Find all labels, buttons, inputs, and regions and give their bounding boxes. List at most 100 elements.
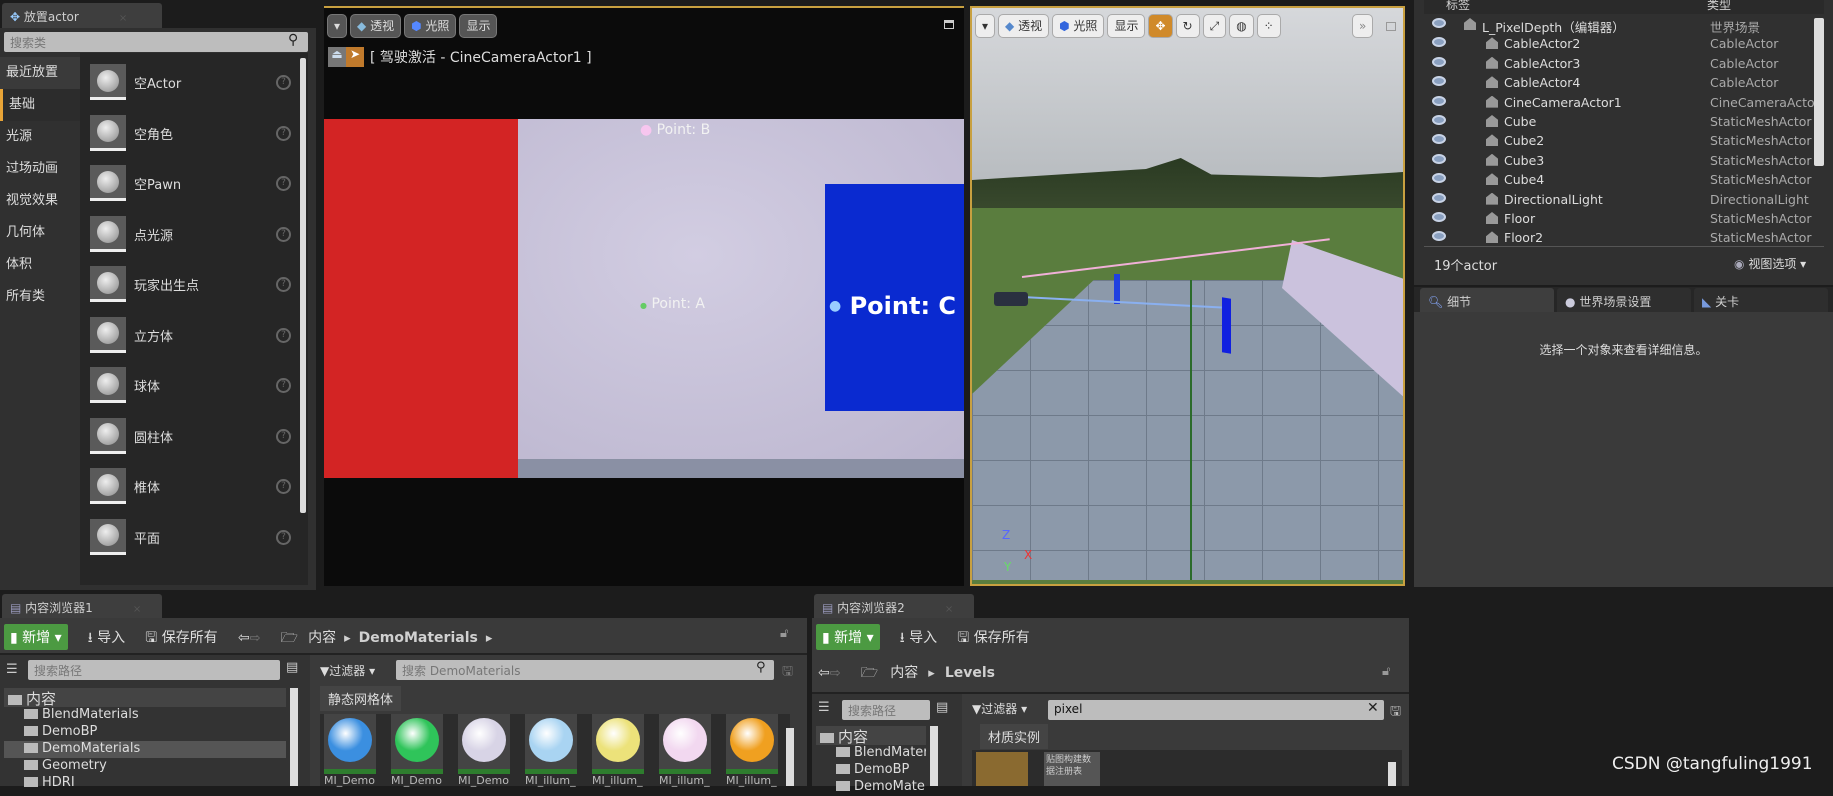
content-browser-1-tab[interactable]: ▤ 内容浏览器1 × (2, 594, 162, 618)
class-search-input[interactable]: 搜索类 (4, 32, 308, 52)
outliner-row[interactable]: Floor2 StaticMeshActor (1424, 228, 1824, 247)
visibility-eye-icon[interactable] (1432, 56, 1446, 67)
help-icon[interactable]: ? (276, 125, 291, 141)
column-type[interactable]: 类型 (1707, 0, 1731, 13)
visibility-eye-icon[interactable] (1432, 192, 1446, 203)
viewport-options-button[interactable]: ▾ (327, 14, 348, 38)
actor-item[interactable]: 圆柱体? (90, 414, 300, 460)
help-icon[interactable]: ? (276, 176, 291, 191)
asset-scrollbar[interactable] (1388, 762, 1396, 786)
material-thumbnail[interactable] (726, 714, 778, 774)
category-basic[interactable]: 基础 (0, 89, 80, 121)
category-recent[interactable]: 最近放置 (0, 57, 80, 89)
lighting-button[interactable]: ⬢ 光照 (1052, 14, 1105, 38)
help-icon[interactable]: ? (276, 226, 291, 242)
view-options-icon[interactable]: ▤ (936, 700, 948, 715)
actor-item[interactable]: 点光源? (90, 212, 300, 258)
tab-world-settings[interactable]: ● 世界场景设置 (1557, 288, 1691, 312)
clear-search-icon[interactable]: ✕ (1367, 700, 1379, 716)
viewport-2[interactable]: Z X Y ▾ ◆ 透视 ⬢ 光照 显示 ✥ ↻ ⤢ ◍ ⁘ » (970, 6, 1405, 586)
view-options-icon[interactable]: ▤ (286, 660, 298, 675)
content-browser-2-tab[interactable]: ▤ 内容浏览器2 × (814, 594, 974, 618)
breadcrumb-content[interactable]: 内容 (890, 662, 918, 682)
sources-toggle-icon[interactable]: ☰ (6, 662, 18, 677)
show-button[interactable]: 显示 (459, 14, 498, 38)
filter-button[interactable]: ▼过滤器 ▾ (972, 700, 1027, 717)
actor-item[interactable]: 立方体? (90, 313, 300, 359)
save-search-icon[interactable]: 🖫 (1390, 702, 1401, 724)
save-all-button[interactable]: 🖫 保存所有 (957, 627, 1029, 651)
save-search-icon[interactable]: 🖫 (782, 662, 793, 684)
visibility-eye-icon[interactable] (1432, 212, 1446, 222)
place-actor-tab[interactable]: ✥ 放置actor × (2, 3, 162, 28)
scale-tool[interactable]: ⤢ (1202, 14, 1227, 38)
breadcrumb-demomaterials[interactable]: DemoMaterials (359, 630, 478, 646)
snap-icon[interactable]: ⁘ (1256, 14, 1281, 38)
folder-scrollbar[interactable] (930, 726, 938, 786)
asset-search-input[interactable]: pixel (1048, 700, 1384, 720)
back-icon[interactable]: ⇦ (818, 665, 830, 681)
folder-item[interactable]: Geometry (4, 758, 286, 775)
folder-item[interactable]: 内容 (4, 688, 286, 708)
search-icon[interactable]: ⚲ (288, 32, 298, 48)
save-all-button[interactable]: 🖫 保存所有 (145, 627, 217, 651)
lighting-button[interactable]: ⬢ 光照 (404, 14, 457, 38)
folder-item[interactable]: DemoMateria (816, 779, 926, 796)
rotate-tool[interactable]: ↻ (1175, 14, 1200, 38)
visibility-eye-icon[interactable] (1432, 134, 1446, 145)
visibility-eye-icon[interactable] (1432, 115, 1446, 125)
asset-thumbnail[interactable] (976, 752, 1028, 786)
help-icon[interactable]: ? (276, 75, 291, 90)
actor-item[interactable]: 空Actor? (90, 60, 300, 106)
filter-chip-static-mesh[interactable]: 静态网格体 (320, 686, 402, 711)
outliner-row[interactable]: L_PixelDepth（编辑器） 世界场景 (1424, 15, 1824, 35)
import-button[interactable]: ⭳ 导入 (88, 627, 125, 651)
outliner-row[interactable]: Floor StaticMeshActor (1424, 209, 1824, 228)
outliner-row[interactable]: CableActor3 CableActor (1424, 54, 1824, 73)
help-icon[interactable]: ? (276, 479, 291, 494)
outliner-scrollbar[interactable] (1814, 18, 1824, 166)
material-thumbnail[interactable] (659, 714, 711, 774)
viewport-1[interactable]: ▾ ◆ 透视 ⬢ 光照 显示 ⏏ ➤ [ 驾驶激活 - CineCameraActor1… (324, 6, 964, 586)
folder-item[interactable]: DemoBP (4, 724, 286, 741)
forward-icon[interactable]: ⇨ (250, 631, 261, 646)
material-thumbnail[interactable] (592, 714, 644, 774)
outliner-row[interactable]: CableActor2 CableActor (1424, 34, 1824, 53)
close-icon[interactable]: × (945, 604, 953, 615)
actor-item[interactable]: 椎体? (90, 464, 300, 510)
actor-item[interactable]: 空Pawn? (90, 161, 300, 207)
show-button[interactable]: 显示 (1107, 14, 1146, 38)
tab-levels[interactable]: ◣ 关卡 (1694, 288, 1828, 312)
more-options-button[interactable]: » (1352, 14, 1374, 38)
lock-icon[interactable]: 🔓︎ (780, 626, 788, 641)
actor-item[interactable]: 平面? (90, 515, 300, 561)
outliner-row[interactable]: CineCameraActor1 CineCameraActor (1424, 93, 1824, 112)
outliner-row[interactable]: Cube2 StaticMeshActor (1424, 131, 1824, 150)
folder-item[interactable]: 内容 (816, 726, 926, 746)
breadcrumb-content[interactable]: 内容 (308, 627, 336, 647)
outliner-row[interactable]: DirectionalLight DirectionalLight (1424, 190, 1824, 209)
visibility-eye-icon[interactable] (1432, 153, 1446, 164)
tab-details[interactable]: 🔍︎ 细节 (1420, 288, 1554, 312)
material-thumbnail[interactable] (458, 714, 510, 774)
import-button[interactable]: ⭳ 导入 (900, 627, 937, 651)
visibility-eye-icon[interactable] (1432, 231, 1446, 242)
breadcrumb-levels[interactable]: Levels (945, 665, 995, 681)
category-volumes[interactable]: 体积 (0, 249, 80, 281)
translate-tool[interactable]: ✥ (1148, 14, 1173, 38)
close-icon[interactable]: × (133, 604, 141, 615)
asset-search-input[interactable]: 搜索 DemoMaterials (396, 660, 774, 680)
folder-scrollbar[interactable] (290, 688, 298, 786)
world-local-icon[interactable]: ◍ (1229, 14, 1254, 38)
back-icon[interactable]: ⇦ (238, 630, 250, 646)
category-all-classes[interactable]: 所有类 (0, 281, 80, 313)
folder-item[interactable]: DemoMaterials (4, 741, 286, 758)
visibility-eye-icon[interactable] (1432, 95, 1446, 106)
help-icon[interactable]: ? (276, 327, 291, 343)
folder-item[interactable]: DemoBP (816, 762, 926, 779)
column-label[interactable]: 标签 (1446, 0, 1470, 13)
eject-icon[interactable]: ⏏ (328, 47, 346, 67)
folder-item[interactable]: BlendMateria (816, 745, 926, 762)
help-icon[interactable]: ? (276, 428, 291, 444)
actor-item[interactable]: 玩家出生点? (90, 262, 300, 308)
